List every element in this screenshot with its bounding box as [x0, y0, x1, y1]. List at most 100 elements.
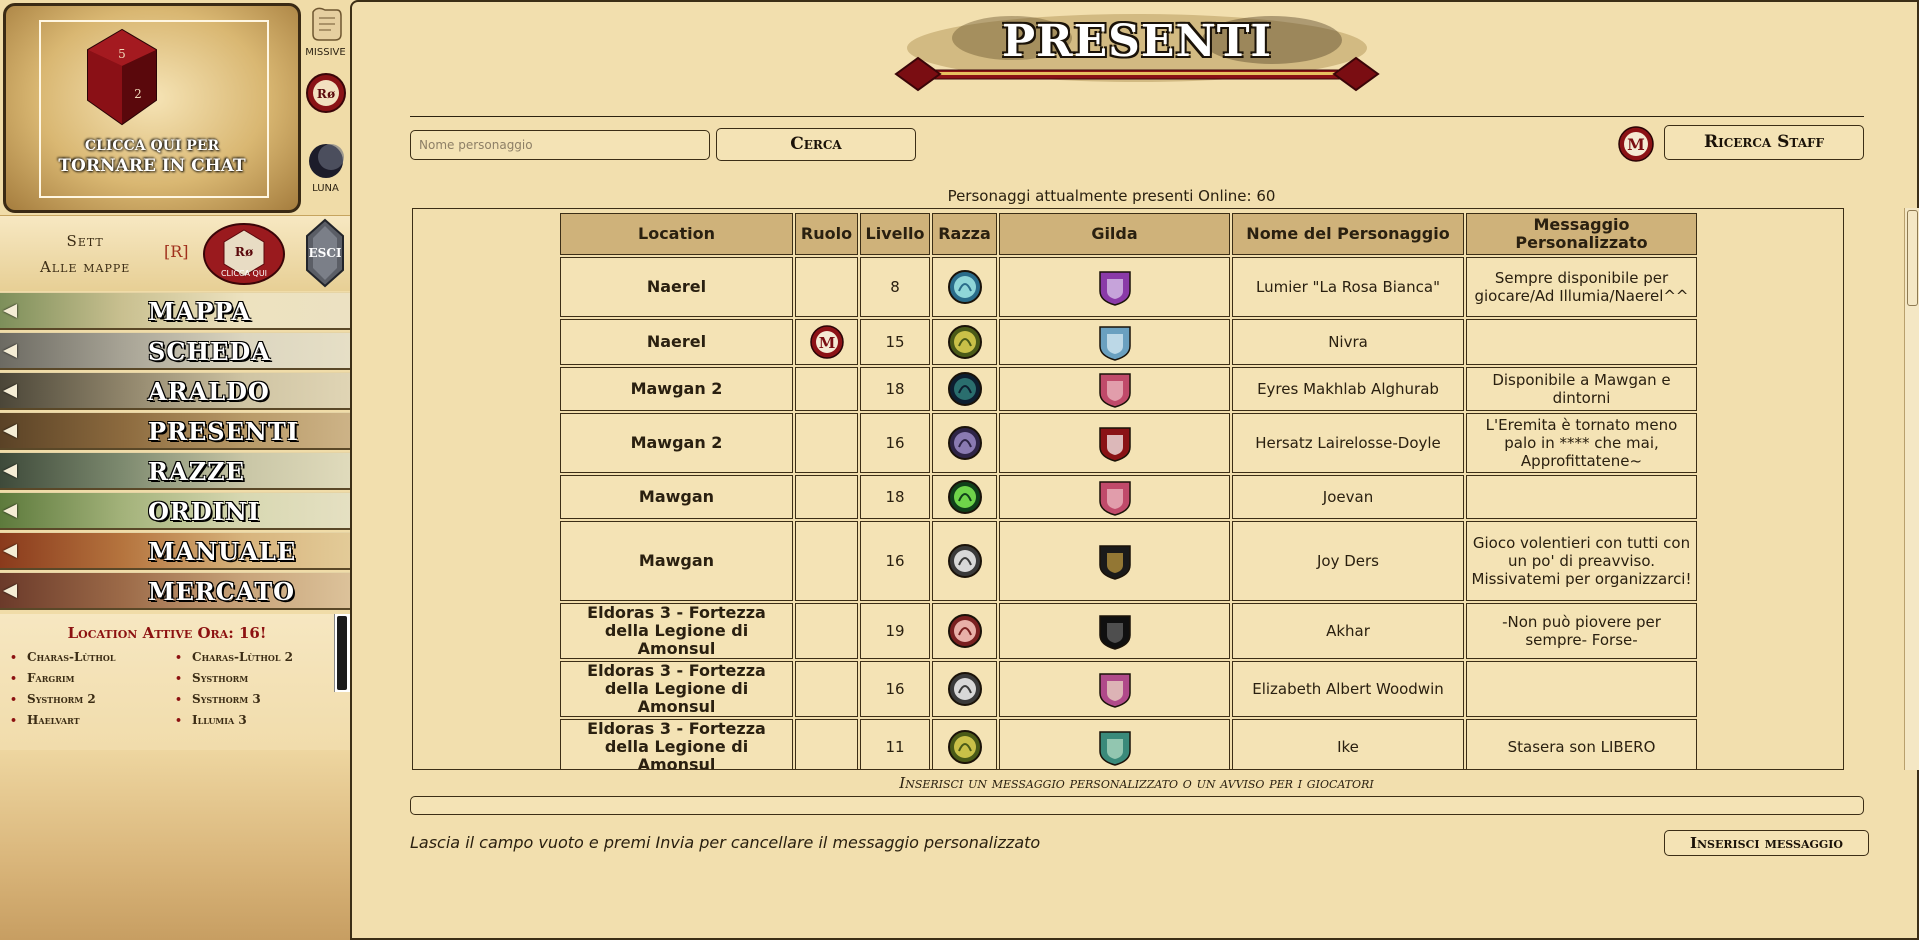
cell-gilda[interactable]	[999, 475, 1230, 519]
cell-gilda[interactable]	[999, 603, 1230, 659]
online-count-text: Personaggi attualmente presenti Online: …	[947, 187, 1276, 205]
sidebar-decoration	[0, 750, 350, 940]
luna-button[interactable]: LUNA	[303, 142, 348, 194]
search-button[interactable]: Cerca	[716, 128, 916, 161]
dice-emblem-icon: Rø	[305, 73, 346, 113]
dark-swirl-orb-icon	[947, 372, 982, 406]
arrow-left-icon	[3, 384, 17, 398]
message-note: Lascia il campo vuoto e premi Invia per …	[410, 833, 1041, 852]
return-to-chat-button[interactable]: 5 2 CLICCA QUI PER TORNARE IN CHAT	[3, 3, 301, 213]
character-name-link[interactable]: Nivra	[1232, 319, 1464, 365]
location-link[interactable]: Systhorm 2	[10, 692, 175, 706]
scrollbar-thumb[interactable]	[1907, 210, 1918, 306]
nav-presenti[interactable]: PRESENTI	[0, 412, 350, 450]
locations-scrollbar[interactable]	[334, 614, 350, 692]
page-title: PRESENTI	[1001, 16, 1273, 67]
character-name-link[interactable]: Joy Ders	[1232, 521, 1464, 601]
missive-button[interactable]: MISSIVE	[303, 4, 348, 58]
r-link[interactable]: [R]	[164, 242, 189, 261]
cell-gilda[interactable]	[999, 521, 1230, 601]
character-name-link[interactable]: Joevan	[1232, 475, 1464, 519]
dice-emblem-button[interactable]: Rø	[303, 72, 348, 117]
nav-label: ARALDO	[148, 377, 270, 406]
cell-location: Naerel	[560, 257, 793, 317]
table-row: Eldoras 3 - Fortezza della Legione di Am…	[560, 603, 1697, 659]
character-name-link[interactable]: Hersatz Lairelosse-Doyle	[1232, 413, 1464, 473]
cell-gilda[interactable]	[999, 367, 1230, 411]
cell-gilda[interactable]	[999, 719, 1230, 769]
nav-mercato[interactable]: MERCATO	[0, 572, 350, 610]
luna-label: LUNA	[312, 183, 339, 194]
custom-message-input[interactable]	[410, 796, 1864, 815]
location-link[interactable]: Charas-Lùthol 2	[175, 650, 330, 664]
table-row: Mawgan 18 Joevan	[560, 475, 1697, 519]
cell-livello: 16	[860, 661, 930, 717]
nav-label: RAZZE	[148, 457, 245, 486]
clicca-qui-dice-button[interactable]: Rø CLICCA QUI	[202, 222, 286, 286]
nav-manuale[interactable]: MANUALE	[0, 532, 350, 570]
master-m-icon: M	[1618, 126, 1654, 162]
character-name-search-input[interactable]	[410, 130, 710, 160]
cell-ruolo	[795, 257, 858, 317]
nav-mappa[interactable]: MAPPA	[0, 292, 350, 330]
cell-gilda[interactable]	[999, 661, 1230, 717]
arrow-left-icon	[3, 544, 17, 558]
nav-razze[interactable]: RAZZE	[0, 452, 350, 490]
scrollbar-thumb[interactable]	[337, 616, 347, 690]
location-link[interactable]: Charas-Lùthol	[10, 650, 175, 664]
divider	[410, 116, 1864, 117]
cell-location: Mawgan	[560, 521, 793, 601]
presenti-table: Location Ruolo Livello Razza Gilda Nome …	[558, 211, 1699, 769]
blue-wing-shield-icon	[1098, 326, 1131, 361]
arrow-left-icon	[3, 304, 17, 318]
character-name-link[interactable]: Akhar	[1232, 603, 1464, 659]
cell-messaggio: Sempre disponibile per giocare/Ad Illumi…	[1466, 257, 1697, 317]
chat-caption-line2: TORNARE IN CHAT	[58, 156, 246, 176]
cell-razza	[932, 319, 997, 365]
location-link[interactable]: Systhorm 3	[175, 692, 330, 706]
missive-label: MISSIVE	[305, 47, 346, 58]
purple-scroll-crest-icon	[1098, 271, 1131, 306]
cell-location: Mawgan 2	[560, 413, 793, 473]
character-name-link[interactable]: Eyres Makhlab Alghurab	[1232, 367, 1464, 411]
character-name-link[interactable]: Ike	[1232, 719, 1464, 769]
sett-mappe-link[interactable]: Sett Alle mappe	[40, 228, 130, 280]
cell-livello: 18	[860, 367, 930, 411]
cell-gilda[interactable]	[999, 413, 1230, 473]
cell-livello: 11	[860, 719, 930, 769]
nav-araldo[interactable]: ARALDO	[0, 372, 350, 410]
nav-scheda[interactable]: SCHEDA	[0, 332, 350, 370]
cell-ruolo	[795, 603, 858, 659]
esci-button[interactable]: ESCI	[303, 218, 347, 288]
column-header-location: Location	[560, 213, 793, 255]
cell-messaggio	[1466, 319, 1697, 365]
red-hand-orb-icon	[947, 614, 982, 648]
location-link[interactable]: Haelvart	[10, 713, 175, 727]
sett-mappe-row: Sett Alle mappe [R] Rø CLICCA QUI	[0, 215, 350, 291]
insert-message-button[interactable]: Inserisci messaggio	[1664, 830, 1869, 856]
light-blue-orb-icon	[947, 270, 982, 304]
location-link[interactable]: Illumia 3	[175, 713, 330, 727]
message-hint: Inserisci un messaggio personalizzato o …	[899, 774, 1374, 792]
search-staff-button[interactable]: Ricerca Staff	[1664, 125, 1864, 160]
nav-ordini[interactable]: ORDINI	[0, 492, 350, 530]
cell-messaggio	[1466, 661, 1697, 717]
location-link[interactable]: Fargrim	[10, 671, 175, 685]
character-name-link[interactable]: Elizabeth Albert Woodwin	[1232, 661, 1464, 717]
character-name-link[interactable]: Lumier "La Rosa Bianca"	[1232, 257, 1464, 317]
main-scrollbar[interactable]	[1904, 208, 1919, 770]
white-ring-crest-icon	[1098, 427, 1131, 462]
arrow-left-icon	[3, 584, 17, 598]
column-header-livello: Livello	[860, 213, 930, 255]
cell-livello: 18	[860, 475, 930, 519]
cell-gilda[interactable]	[999, 319, 1230, 365]
gray-hand-orb-icon	[947, 544, 982, 578]
cell-razza	[932, 257, 997, 317]
table-row: Mawgan 16 Joy Ders Gioco volentieri con tut…	[560, 521, 1697, 601]
d20-dice-icon: 5 2	[87, 28, 157, 126]
cell-ruolo	[795, 413, 858, 473]
location-link[interactable]: Systhorm	[175, 671, 330, 685]
main-panel: PRESENTI Cerca M Ricerca Staff Personagg…	[350, 0, 1919, 940]
cell-livello: 8	[860, 257, 930, 317]
cell-gilda[interactable]	[999, 257, 1230, 317]
